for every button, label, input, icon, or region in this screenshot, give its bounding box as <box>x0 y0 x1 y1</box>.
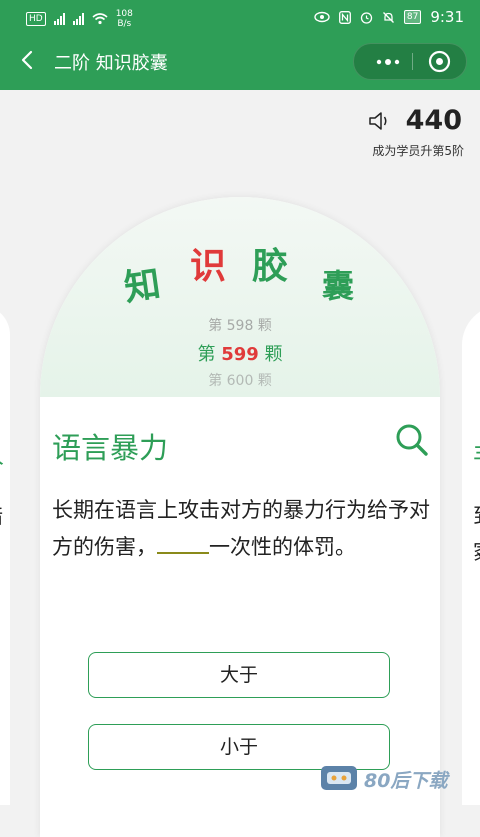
card-header: 知 识 胶 囊 第 598 颗 第 599 颗 第 600 颗 <box>40 197 440 397</box>
mini-program-capsule <box>353 43 467 80</box>
more-button[interactable] <box>369 44 407 79</box>
status-bar: HD 108 B/s 87 9:31 <box>0 0 480 34</box>
side-card-text: 冢 <box>473 537 480 567</box>
mute-bell-icon <box>382 11 394 23</box>
fill-in-blank <box>157 551 209 554</box>
signal-icon <box>53 13 65 25</box>
definition-text: 长期在语言上攻击对方的暴力行为给予对方的伤害， 一次性的体罚。 <box>52 498 430 559</box>
logo-char: 知 <box>121 263 164 310</box>
clock: 9:31 <box>430 8 464 26</box>
score-value: 440 <box>405 105 462 136</box>
vocabulary-word: 语言暴力 <box>52 431 169 465</box>
more-dots-icon <box>376 58 400 65</box>
back-arrow-icon[interactable] <box>16 48 40 72</box>
nav-bar: 二阶 知识胶囊 <box>0 34 480 90</box>
previous-capsule-number: 第 598 颗 <box>208 318 272 334</box>
score-subtitle: 成为学员升第5阶 <box>372 144 464 158</box>
current-capsule-number: 第 599 颗 <box>197 344 283 365</box>
capsule-divider <box>412 53 413 70</box>
speaker-icon[interactable] <box>368 110 392 132</box>
side-card-text: 到 <box>473 500 480 530</box>
nfc-icon <box>338 10 351 24</box>
battery-icon: 87 <box>403 10 422 24</box>
watermark: 80后下载 <box>318 764 447 794</box>
page-title: 二阶 知识胶囊 <box>54 53 168 74</box>
side-card-left[interactable]: 人 暗 <box>0 305 10 805</box>
side-card-right[interactable]: 丰 到 冢 <box>462 305 480 805</box>
option-button-greater[interactable]: 大于 <box>88 652 390 698</box>
eye-icon <box>314 11 330 23</box>
alarm-icon <box>360 11 373 24</box>
logo-char: 识 <box>190 246 227 287</box>
side-card-text: 丰 <box>473 435 480 470</box>
signal-icon <box>72 13 84 25</box>
logo-char: 囊 <box>322 267 355 305</box>
logo-char: 胶 <box>252 246 289 287</box>
knowledge-card: 知 识 胶 囊 第 598 颗 第 599 颗 第 600 颗 语言暴力 长期在… <box>40 197 440 837</box>
wifi-icon <box>92 13 108 25</box>
side-card-text: 暗 <box>0 500 3 530</box>
close-target-icon[interactable] <box>428 50 451 73</box>
network-speed: 108 B/s <box>115 9 133 29</box>
robot-logo-icon <box>321 766 357 790</box>
side-card-text: 人 <box>0 435 4 470</box>
search-icon[interactable] <box>395 423 429 457</box>
next-capsule-number: 第 600 颗 <box>208 373 272 389</box>
hd-badge: HD <box>26 12 46 26</box>
score-area: 440 <box>368 105 462 136</box>
